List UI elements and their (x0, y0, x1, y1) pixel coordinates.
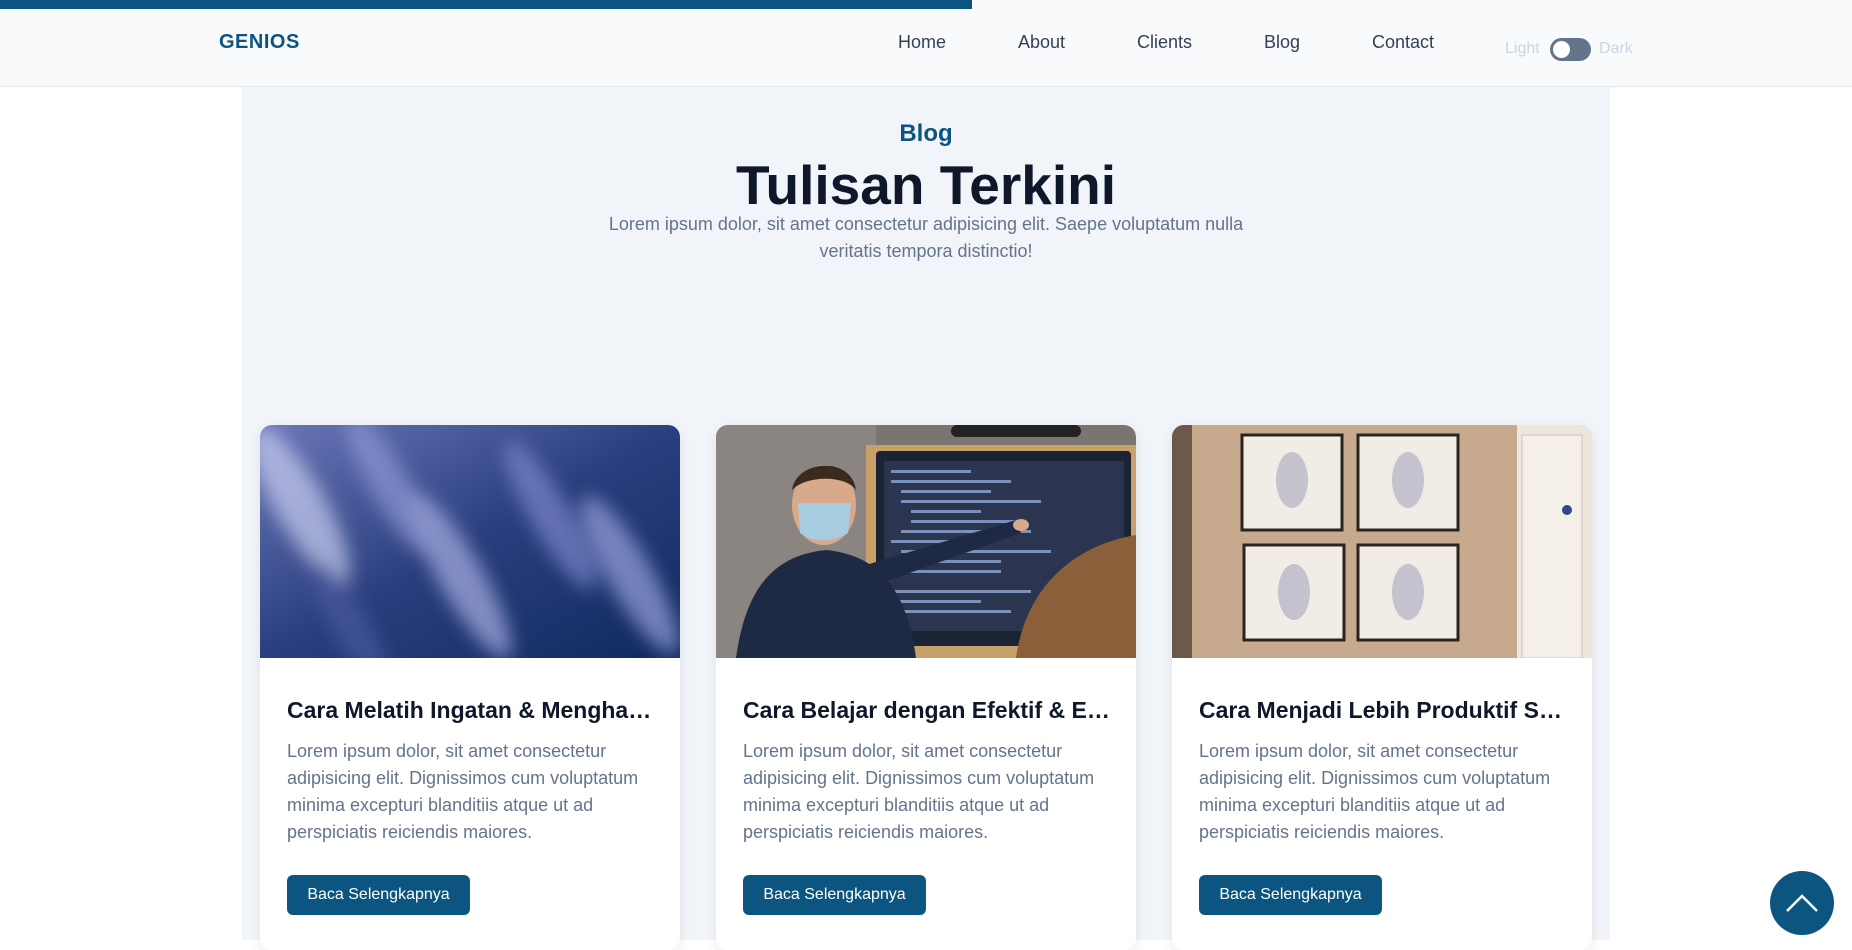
theme-switch-knob (1553, 41, 1570, 58)
nav-clients[interactable]: Clients (1137, 32, 1192, 53)
card-title: Cara Menjadi Lebih Produktif Setiap Hari (1199, 697, 1569, 723)
card-title: Cara Melatih Ingatan & Menghafal dengan … (287, 697, 657, 723)
theme-light-label: Light (1505, 40, 1540, 57)
read-more-button[interactable]: Baca Selengkapnya (287, 875, 470, 915)
card-image-blue-abstract (260, 425, 680, 658)
scroll-progress-bar (0, 0, 973, 9)
navbar: GENIOS Home About Clients Blog Contact L… (0, 0, 1852, 87)
card-excerpt: Lorem ipsum dolor, sit amet consectetur … (287, 741, 639, 842)
scroll-to-top-button[interactable] (1770, 871, 1834, 935)
blog-section: Blog Tulisan Terkini Lorem ipsum dolor, … (242, 87, 1610, 950)
card-image-presenter-screen (716, 425, 1136, 658)
theme-dark-label: Dark (1599, 40, 1633, 57)
card-image-framed-drawings (1172, 425, 1592, 658)
nav-blog[interactable]: Blog (1264, 32, 1300, 53)
card-excerpt: Lorem ipsum dolor, sit amet consectetur … (743, 741, 1095, 842)
nav-about[interactable]: About (1018, 32, 1065, 53)
brand-logo[interactable]: GENIOS (219, 31, 300, 54)
card-excerpt: Lorem ipsum dolor, sit amet consectetur … (1199, 741, 1551, 842)
card-title: Cara Belajar dengan Efektif & Efisien (743, 697, 1113, 723)
blog-card-study: Cara Belajar dengan Efektif & Efisien Lo… (716, 425, 1136, 950)
theme-switch[interactable] (1550, 38, 1591, 61)
nav-home[interactable]: Home (898, 32, 946, 53)
section-tag: Blog (899, 120, 953, 147)
read-more-button[interactable]: Baca Selengkapnya (743, 875, 926, 915)
chevron-up-icon (1786, 894, 1818, 912)
blog-card-memory: Cara Melatih Ingatan & Menghafal dengan … (260, 425, 680, 950)
blog-card-productive: Cara Menjadi Lebih Produktif Setiap Hari… (1172, 425, 1592, 950)
section-description: Lorem ipsum dolor, sit amet consectetur … (608, 214, 1244, 261)
nav-contact[interactable]: Contact (1372, 32, 1434, 53)
read-more-button[interactable]: Baca Selengkapnya (1199, 875, 1382, 915)
section-title: Tulisan Terkini (736, 154, 1116, 216)
